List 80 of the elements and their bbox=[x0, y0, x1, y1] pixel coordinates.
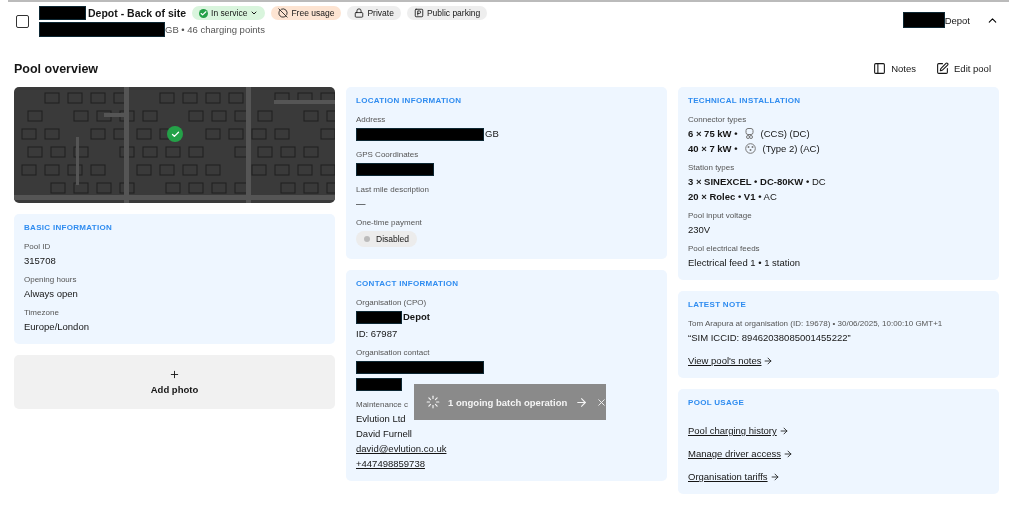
field-label: Connector types bbox=[688, 115, 747, 124]
redaction-bar bbox=[356, 378, 402, 391]
field-value: 315708 bbox=[24, 255, 56, 266]
arrow-link[interactable]: Pool charging history bbox=[688, 425, 989, 436]
field-value: Evlution Ltd bbox=[356, 413, 406, 424]
field-label: One-time payment bbox=[356, 218, 422, 227]
arrow-right-icon bbox=[778, 425, 789, 436]
card-title: CONTACT INFORMATION bbox=[356, 279, 460, 288]
field-label: Maintenance c bbox=[356, 400, 409, 409]
edit-button[interactable]: Edit pool bbox=[932, 59, 995, 77]
field-label: Last mile description bbox=[356, 185, 429, 194]
arrow-right-icon bbox=[763, 355, 774, 366]
redaction-bar bbox=[356, 311, 402, 324]
field-value: 3 × SINEXCEL • DC-80KW • DC bbox=[688, 176, 826, 187]
panel-icon bbox=[873, 61, 887, 75]
redaction-bar bbox=[39, 6, 86, 20]
field-value: Europe/London bbox=[24, 321, 89, 332]
caret-icon bbox=[250, 9, 259, 17]
pool-title: Depot - Back of site bbox=[88, 7, 187, 19]
field-value: “SIM ICCID: 89462038085001455222” bbox=[688, 332, 851, 343]
page-title: Pool overview bbox=[14, 62, 99, 76]
card-title: LOCATION INFORMATION bbox=[356, 96, 463, 105]
field-value: (CCS) (DC) bbox=[760, 128, 810, 139]
field-value: 230V bbox=[688, 224, 711, 235]
notes-button[interactable]: Notes bbox=[869, 59, 920, 77]
type2-plug-icon bbox=[744, 143, 756, 154]
field-label: Tom Arapura at organisation (ID: 19678) • 30/06/2025, 10:00:10 GMT+1 bbox=[688, 319, 943, 328]
field-label: Station types bbox=[688, 163, 735, 172]
field-value: GB bbox=[485, 128, 499, 139]
field-label: Timezone bbox=[24, 308, 59, 317]
field-label: GPS Coordinates bbox=[356, 150, 419, 159]
arrow-link[interactable]: View pool's notes bbox=[688, 355, 989, 366]
status-dropdown[interactable]: In service bbox=[192, 6, 266, 20]
field-label: Organisation contact bbox=[356, 348, 430, 357]
arrow-link[interactable]: Organisation tariffs bbox=[688, 471, 989, 482]
field-value: (Type 2) (AC) bbox=[762, 143, 820, 154]
contact-link[interactable]: david@evlution.co.uk bbox=[356, 443, 657, 454]
field-value: David Furnell bbox=[356, 428, 412, 439]
parking-icon bbox=[413, 8, 424, 18]
tag: Free usage bbox=[271, 6, 342, 20]
lock-icon bbox=[354, 8, 365, 18]
field-value: Electrical feed 1 • 1 station bbox=[688, 257, 801, 268]
field-value: 20 × Rolec • V1 • AC bbox=[688, 191, 777, 202]
arrow-right-icon bbox=[782, 448, 793, 459]
tag: Private bbox=[347, 6, 401, 20]
redaction-bar bbox=[902, 12, 945, 28]
field-label: Pool electrical feeds bbox=[688, 244, 760, 253]
field-label: Organisation (CPO) bbox=[356, 298, 427, 307]
close-button[interactable] bbox=[596, 396, 608, 408]
card-title: BASIC INFORMATION bbox=[24, 223, 114, 232]
card-title: POOL USAGE bbox=[688, 398, 746, 407]
toast-message: 1 ongoing batch operation bbox=[448, 396, 568, 408]
arrow-button[interactable] bbox=[575, 395, 589, 409]
field-value: Always open bbox=[24, 288, 78, 299]
tag: Public parking bbox=[406, 6, 488, 20]
plus-icon bbox=[169, 369, 180, 380]
field-value: ID: 67987 bbox=[356, 328, 398, 339]
field-label: Pool input voltage bbox=[688, 211, 752, 220]
loading-icon bbox=[426, 395, 440, 409]
field-value: Depot bbox=[403, 311, 430, 322]
field-label: Pool ID bbox=[24, 242, 51, 251]
field-value: 6 × 75 kW • bbox=[688, 128, 738, 139]
field-value: — bbox=[356, 198, 366, 209]
organisation-name: Depot bbox=[944, 14, 970, 26]
no-payment-icon bbox=[278, 8, 289, 18]
card-title: TECHNICAL INSTALLATION bbox=[688, 96, 802, 105]
field-value: 40 × 7 kW • bbox=[688, 143, 738, 154]
edit-icon bbox=[936, 61, 949, 75]
status-pill: Disabled bbox=[356, 231, 418, 247]
checkbox[interactable] bbox=[16, 15, 29, 28]
pool-subtitle: GB • 46 charging points bbox=[165, 24, 265, 35]
card-title: LATEST NOTE bbox=[688, 300, 748, 309]
arrow-right-icon bbox=[769, 471, 780, 482]
arrow-link[interactable]: Manage driver access bbox=[688, 448, 989, 459]
ccs-plug-icon bbox=[744, 128, 754, 139]
contact-link[interactable]: +447498859738 bbox=[356, 458, 657, 469]
status-check-icon bbox=[199, 8, 209, 18]
add-photo-button[interactable]: Add photo bbox=[14, 355, 335, 409]
field-label: Address bbox=[356, 115, 386, 124]
field-label: Opening hours bbox=[24, 275, 77, 284]
